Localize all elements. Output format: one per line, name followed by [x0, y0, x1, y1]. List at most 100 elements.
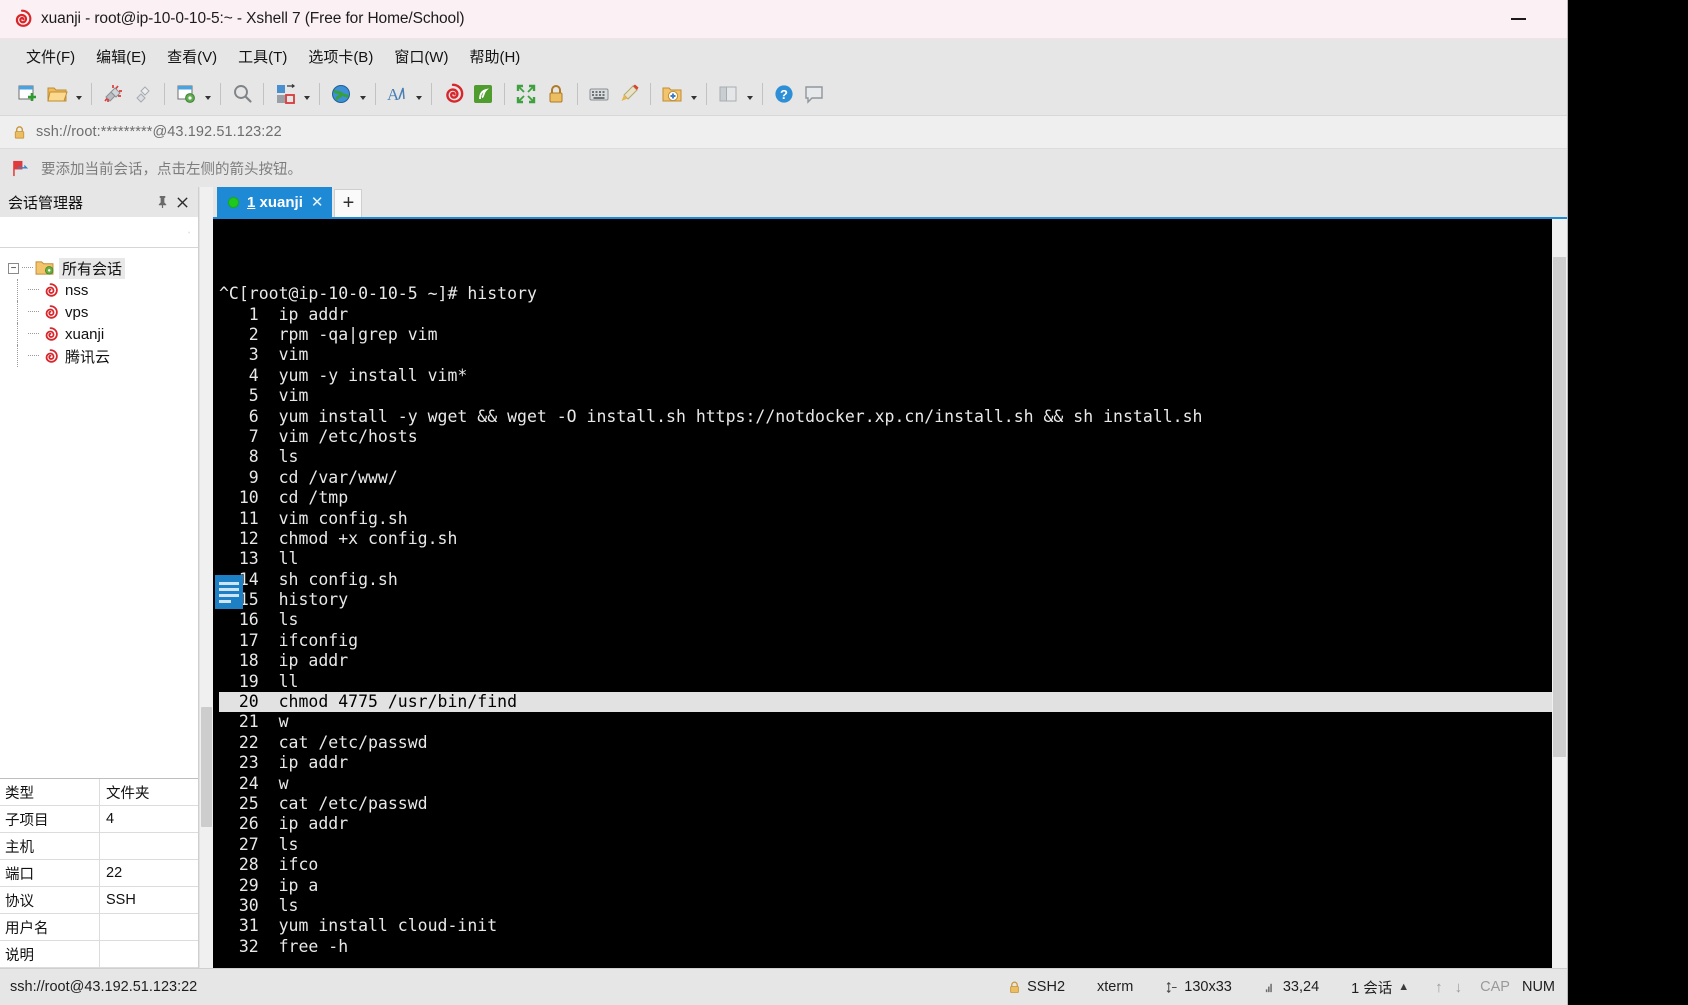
terminal-history-line: 19 ll [219, 672, 1552, 692]
tab-close-button[interactable]: ✕ [311, 193, 324, 211]
disconnect-icon[interactable] [98, 79, 128, 109]
keyboard-icon[interactable] [584, 79, 614, 109]
status-sessions-cell[interactable]: 1 会话 ▲ [1335, 977, 1425, 998]
menu-edit[interactable]: 编辑(E) [86, 42, 156, 71]
history-gap [259, 468, 279, 488]
tree-item-nss[interactable]: nss [0, 279, 198, 301]
tab-xuanji[interactable]: 1 xuanji ✕ [217, 187, 333, 217]
lock-icon[interactable] [541, 79, 571, 109]
status-termtype-cell: xterm [1081, 979, 1149, 995]
history-gap [259, 712, 279, 732]
open-folder-icon[interactable] [42, 79, 72, 109]
session-panel-scrollbar[interactable] [199, 187, 213, 968]
transfer-file-icon[interactable] [270, 79, 300, 109]
terminal-history-line: 14 sh config.sh [219, 570, 1552, 590]
terminal-history-line: 31 yum install cloud-init [219, 916, 1552, 936]
session-properties-icon[interactable] [171, 79, 201, 109]
search-icon[interactable] [188, 223, 190, 242]
scrollbar-thumb[interactable] [201, 707, 212, 827]
status-cursor-cell: 33,24 [1248, 979, 1335, 995]
history-command: w [278, 712, 289, 732]
status-protocol: SSH2 [1027, 979, 1066, 995]
terminal-output[interactable]: ^C[root@ip-10-0-10-5 ~]# history 1 ip add… [213, 219, 1552, 968]
history-index: 5 [248, 386, 259, 406]
menu-tools[interactable]: 工具(T) [228, 42, 297, 71]
fullscreen-icon[interactable] [511, 79, 541, 109]
terminal-history-line: 30 ls [219, 896, 1552, 916]
history-gap [259, 672, 279, 692]
session-properties-dropdown-caret[interactable] [201, 79, 214, 109]
find-icon[interactable] [227, 79, 257, 109]
history-command: ls [278, 895, 299, 915]
pin-panel-button[interactable] [152, 191, 172, 213]
tree-item-tencent-cloud[interactable]: 腾讯云 [0, 345, 198, 367]
terminal-scrollbar[interactable] [1552, 219, 1567, 968]
font-dropdown-caret[interactable] [412, 79, 425, 109]
chevron-up-icon[interactable]: ▲ [1398, 981, 1409, 993]
help-icon[interactable]: ? [769, 79, 799, 109]
history-index: 3 [248, 345, 259, 365]
tree-expand-toggle[interactable]: − [8, 262, 19, 274]
reconnect-icon[interactable] [128, 79, 158, 109]
session-search-input[interactable] [8, 223, 188, 241]
tree-root-all-sessions[interactable]: − 所有会话 [0, 257, 198, 279]
history-gap [259, 345, 279, 365]
highlight-icon[interactable] [614, 79, 644, 109]
history-command: ls [278, 834, 299, 854]
toolbar-separator [375, 83, 376, 105]
open-folder-dropdown-caret[interactable] [72, 79, 85, 109]
toolbar-separator [319, 83, 320, 105]
terminal-history-line: 17 ifconfig [219, 631, 1552, 651]
history-command: ip addr [278, 304, 349, 324]
history-index: 6 [248, 406, 259, 426]
terminal-history-line: 6 yum install -y wget && wget -O install… [219, 407, 1552, 427]
history-command: vim config.sh [278, 508, 408, 528]
terminal-scrollbar-thumb[interactable] [1553, 257, 1566, 757]
add-folder-dropdown-caret[interactable] [687, 79, 700, 109]
session-search-row[interactable] [0, 217, 198, 248]
menu-window[interactable]: 窗口(W) [384, 42, 458, 71]
new-session-icon[interactable] [12, 79, 42, 109]
main-split: 会话管理器 − 所有会话 nss vps xuanji 腾讯云 类型 文件夹 子… [0, 187, 1567, 968]
history-index: 12 [238, 528, 259, 548]
add-folder-icon[interactable] [657, 79, 687, 109]
minimize-button[interactable] [1495, 0, 1541, 38]
terminal-history-line: 12 chmod +x config.sh [219, 529, 1552, 549]
xftp-icon[interactable] [468, 79, 498, 109]
terminal-history-line: 16 ls [219, 610, 1552, 630]
tree-connector [28, 289, 39, 291]
menu-tab[interactable]: 选项卡(B) [298, 42, 383, 71]
menu-file[interactable]: 文件(F) [16, 42, 85, 71]
layout-dropdown-caret[interactable] [743, 79, 756, 109]
font-icon[interactable]: A [382, 79, 412, 109]
terminal-history-line: 11 vim config.sh [219, 509, 1552, 529]
menu-view[interactable]: 查看(V) [157, 42, 227, 71]
status-sessions: 1 会话 [1351, 980, 1393, 997]
menu-help[interactable]: 帮助(H) [459, 42, 530, 71]
globe-dropdown-caret[interactable] [356, 79, 369, 109]
terminal-history-line: 26 ip addr [219, 814, 1552, 834]
xshell-icon[interactable] [438, 79, 468, 109]
layout-icon[interactable] [713, 79, 743, 109]
terminal-history-line: 21 w [219, 712, 1552, 732]
history-index: 23 [238, 753, 259, 773]
globe-icon[interactable] [326, 79, 356, 109]
history-gap [259, 916, 279, 936]
history-index: 10 [238, 488, 259, 508]
new-tab-button[interactable]: + [334, 189, 363, 217]
address-bar[interactable]: ssh://root:*********@43.192.51.123:22 [0, 116, 1567, 149]
tab-name: xuanji [259, 193, 303, 211]
session-spiral-icon [45, 282, 58, 297]
close-panel-button[interactable] [172, 191, 192, 213]
history-index: 2 [248, 325, 259, 344]
property-row: 协议 SSH [0, 887, 198, 914]
transfer-dropdown-caret[interactable] [300, 79, 313, 109]
history-gap [259, 814, 279, 834]
comment-icon[interactable] [799, 79, 829, 109]
tree-item-xuanji[interactable]: xuanji [0, 323, 198, 345]
tree-connector [22, 267, 33, 269]
tree-item-vps[interactable]: vps [0, 301, 198, 323]
property-row: 说明 [0, 941, 198, 968]
terminal-notification-badge[interactable] [215, 575, 243, 609]
property-value [100, 941, 198, 967]
